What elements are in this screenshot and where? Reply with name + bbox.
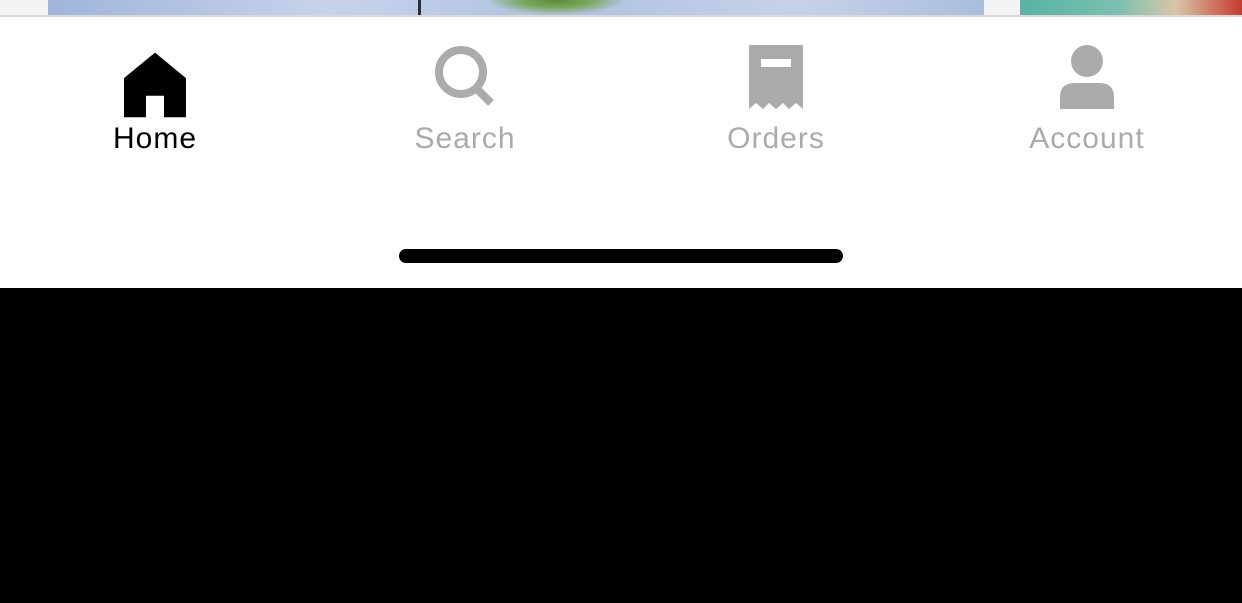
tab-search[interactable]: Search: [340, 17, 590, 167]
tab-orders[interactable]: Orders: [651, 17, 901, 167]
home-icon: [115, 39, 195, 119]
tab-account-label: Account: [1029, 122, 1145, 155]
content-feed-peek[interactable]: [0, 0, 1242, 16]
feed-card-image[interactable]: [48, 0, 984, 15]
below-screen-area: [0, 288, 1242, 603]
person-icon: [1047, 39, 1127, 119]
home-indicator[interactable]: [399, 249, 843, 263]
tab-orders-label: Orders: [727, 122, 825, 155]
tab-search-label: Search: [414, 122, 516, 155]
feed-card-image[interactable]: [1020, 0, 1242, 15]
card-image-food: [486, 0, 626, 15]
card-image-detail: [418, 0, 421, 15]
tab-home[interactable]: Home: [30, 17, 280, 167]
receipt-icon: [736, 39, 816, 119]
tab-home-label: Home: [112, 122, 198, 155]
app-screen: Home Search Orders Account: [0, 0, 1242, 603]
bottom-tab-bar: Home Search Orders Account: [0, 17, 1242, 288]
search-icon: [425, 39, 505, 119]
tab-account[interactable]: Account: [962, 17, 1212, 167]
